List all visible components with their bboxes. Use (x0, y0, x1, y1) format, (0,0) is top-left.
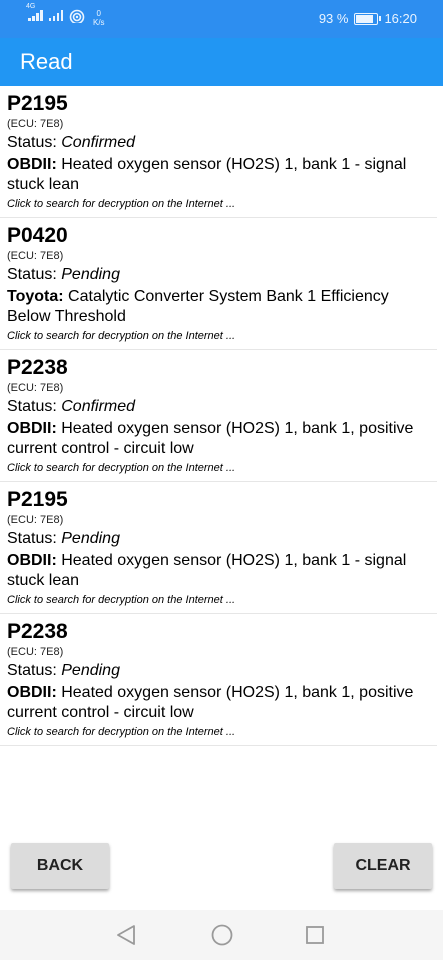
status-value: Confirmed (61, 134, 136, 151)
list-item[interactable]: P0420 (ECU: 7E8) Status: Pending Toyota:… (0, 218, 437, 350)
signal-icon: 4G (26, 3, 43, 21)
status-value: Pending (61, 530, 120, 547)
clock: 16:20 (384, 11, 417, 26)
status-bar-right: 93 % 16:20 (319, 11, 417, 26)
signal-icon (48, 9, 63, 21)
status-value: Pending (61, 266, 120, 283)
page-title: Read (20, 49, 73, 74)
trouble-code: P0420 (7, 224, 68, 247)
description-text: Heated oxygen sensor (HO2S) 1, bank 1 - … (7, 156, 407, 193)
navigation-bar (0, 910, 443, 960)
code-description: OBDII: Heated oxygen sensor (HO2S) 1, ba… (7, 551, 430, 591)
status-line: Status: Pending (7, 529, 430, 549)
ecu-label: (ECU: 7E8) (7, 250, 64, 262)
code-source: OBDII: (7, 552, 57, 569)
network-speed: 0 K/s (93, 9, 105, 27)
network-tag: 4G (26, 3, 36, 10)
description-text: Heated oxygen sensor (HO2S) 1, bank 1, p… (7, 684, 414, 721)
triangle-back-icon[interactable] (115, 923, 137, 947)
status-bar-left: 4G 0 K/s (26, 3, 105, 27)
app-bar: Read (0, 38, 443, 86)
description-text: Heated oxygen sensor (HO2S) 1, bank 1, p… (7, 420, 414, 457)
status-value: Confirmed (61, 398, 136, 415)
trouble-code: P2195 (7, 92, 68, 115)
code-description: Toyota: Catalytic Converter System Bank … (7, 287, 430, 327)
list-item[interactable]: P2195 (ECU: 7E8) Status: Pending OBDII: … (0, 482, 437, 614)
status-label: Status: (7, 530, 62, 547)
search-hint: Click to search for decryption on the In… (7, 198, 236, 210)
ecu-label: (ECU: 7E8) (7, 646, 64, 658)
status-label: Status: (7, 266, 62, 283)
search-hint: Click to search for decryption on the In… (7, 726, 236, 738)
search-hint: Click to search for decryption on the In… (7, 594, 236, 606)
battery-icon (354, 12, 382, 25)
ecu-label: (ECU: 7E8) (7, 118, 64, 130)
clear-button[interactable]: CLEAR (334, 843, 432, 889)
status-line: Status: Pending (7, 265, 430, 285)
code-description: OBDII: Heated oxygen sensor (HO2S) 1, ba… (7, 419, 430, 459)
square-recent-icon[interactable] (304, 923, 326, 947)
status-line: Status: Confirmed (7, 133, 430, 153)
status-label: Status: (7, 662, 62, 679)
trouble-code: P2195 (7, 488, 68, 511)
status-bar: 4G 0 K/s 93 % 16:20 (0, 0, 443, 38)
battery-level (356, 14, 374, 23)
search-hint: Click to search for decryption on the In… (7, 462, 236, 474)
circle-home-icon[interactable] (210, 923, 234, 947)
code-source: OBDII: (7, 684, 57, 701)
trouble-code: P2238 (7, 356, 68, 379)
code-source: OBDII: (7, 156, 57, 173)
search-hint: Click to search for decryption on the In… (7, 330, 236, 342)
code-source: Toyota: (7, 288, 64, 305)
ecu-label: (ECU: 7E8) (7, 382, 64, 394)
code-description: OBDII: Heated oxygen sensor (HO2S) 1, ba… (7, 683, 430, 723)
list-item[interactable]: P2238 (ECU: 7E8) Status: Confirmed OBDII… (0, 350, 437, 482)
status-line: Status: Pending (7, 661, 430, 681)
status-value: Pending (61, 662, 120, 679)
status-line: Status: Confirmed (7, 397, 430, 417)
trouble-code: P2238 (7, 620, 68, 643)
network-speed-unit: K/s (93, 18, 105, 27)
ecu-label: (ECU: 7E8) (7, 514, 64, 526)
network-speed-value: 0 (96, 9, 101, 18)
status-label: Status: (7, 398, 62, 415)
trouble-code-list: P2195 (ECU: 7E8) Status: Confirmed OBDII… (0, 86, 443, 746)
list-item[interactable]: P2238 (ECU: 7E8) Status: Pending OBDII: … (0, 614, 437, 746)
list-item[interactable]: P2195 (ECU: 7E8) Status: Confirmed OBDII… (0, 86, 437, 218)
code-description: OBDII: Heated oxygen sensor (HO2S) 1, ba… (7, 155, 430, 195)
back-button[interactable]: BACK (11, 843, 109, 889)
description-text: Catalytic Converter System Bank 1 Effici… (7, 288, 389, 325)
status-label: Status: (7, 134, 62, 151)
wifi-icon (69, 9, 85, 23)
description-text: Heated oxygen sensor (HO2S) 1, bank 1 - … (7, 552, 407, 589)
code-source: OBDII: (7, 420, 57, 437)
battery-percent: 93 % (318, 11, 349, 26)
